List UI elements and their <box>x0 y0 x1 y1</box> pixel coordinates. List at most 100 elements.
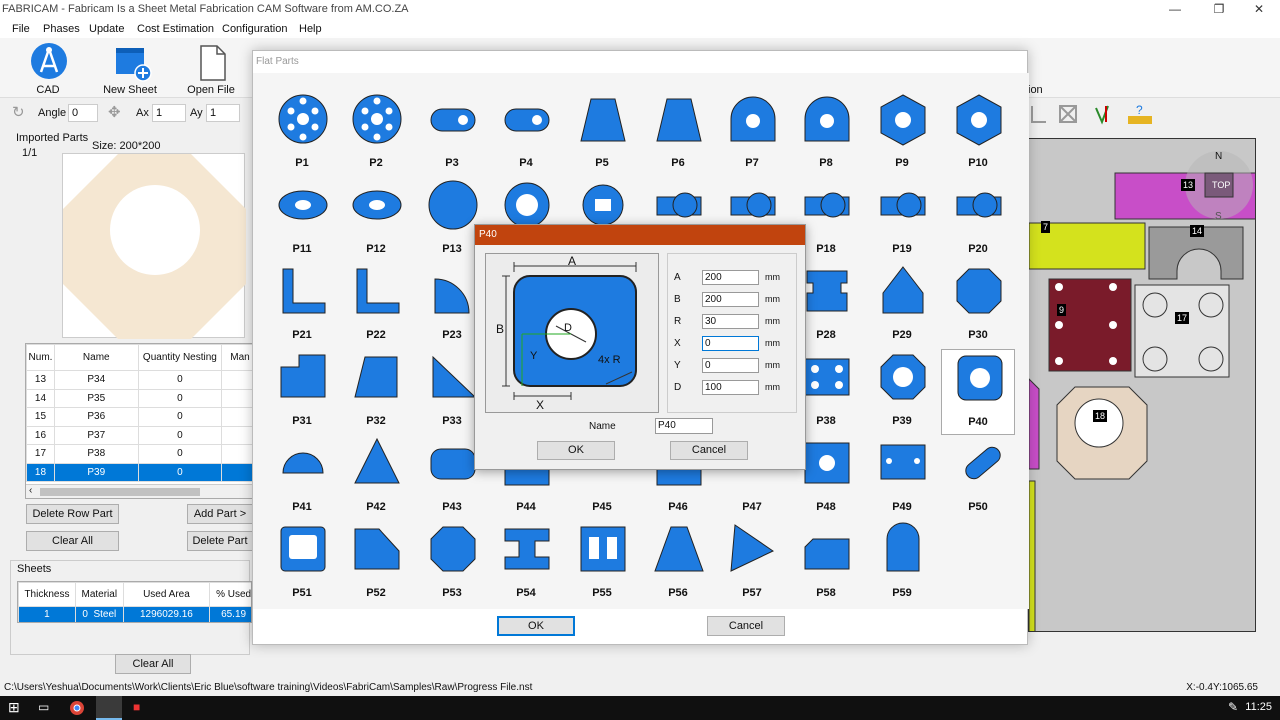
table-row[interactable]: 14 P35 0 <box>26 388 252 408</box>
flat-parts-ok-button[interactable]: OK <box>497 616 575 636</box>
param-x-input[interactable]: 0 <box>702 336 759 351</box>
flat-part-p5[interactable]: P5 <box>565 91 639 177</box>
flat-part-p56[interactable]: P56 <box>641 521 715 607</box>
p40-cancel-button[interactable]: Cancel <box>670 441 748 460</box>
scroll-left-icon[interactable]: ‹ <box>29 485 32 496</box>
cad-button[interactable]: CAD <box>18 40 78 98</box>
flat-part-p57[interactable]: P57 <box>715 521 789 607</box>
delete-part-button[interactable]: Delete Part <box>187 531 253 551</box>
move-icon[interactable]: ✥ <box>108 103 121 121</box>
param-b-input[interactable]: 200 <box>702 292 759 307</box>
flat-part-p30[interactable]: P30 <box>941 263 1015 349</box>
app-taskbar-icon[interactable]: ■ <box>133 700 140 714</box>
view-top-button[interactable]: TOP <box>1212 180 1230 190</box>
clear-all-sheets-button[interactable]: Clear All <box>115 654 191 674</box>
nesting-canvas[interactable]: N S TOP 13 7 14 9 17 18 <box>1028 138 1256 632</box>
col-num[interactable]: Num. <box>26 344 55 371</box>
flat-part-p51[interactable]: P51 <box>265 521 339 607</box>
flat-part-p31[interactable]: P31 <box>265 349 339 435</box>
menu-update[interactable]: Update <box>89 23 124 35</box>
table-row[interactable]: 15 P36 0 <box>26 407 252 427</box>
param-a-input[interactable]: 200 <box>702 270 759 285</box>
close-button[interactable]: ✕ <box>1244 2 1274 16</box>
flat-part-p6[interactable]: P6 <box>641 91 715 177</box>
param-y-input[interactable]: 0 <box>702 358 759 373</box>
col-name[interactable]: Name <box>53 344 139 371</box>
flat-part-p22[interactable]: P22 <box>339 263 413 349</box>
col-thickness[interactable]: Thickness <box>18 582 76 607</box>
param-r-input[interactable]: 30 <box>702 314 759 329</box>
pen-icon[interactable]: ✎ <box>1228 700 1238 714</box>
maximize-button[interactable]: ❐ <box>1204 2 1234 16</box>
flat-part-p41[interactable]: P41 <box>265 435 339 521</box>
delete-row-part-button[interactable]: Delete Row Part <box>26 504 119 524</box>
flat-part-p2[interactable]: P2 <box>339 91 413 177</box>
flat-part-p11[interactable]: P11 <box>265 177 339 263</box>
col-pct-used[interactable]: % Used <box>209 582 251 607</box>
menu-cost-estimation[interactable]: Cost Estimation <box>137 23 214 35</box>
p40-ok-button[interactable]: OK <box>537 441 615 460</box>
sheet-row[interactable]: 1 0 Steel 1296029.16 65.19 <box>18 606 251 622</box>
open-file-button[interactable]: Open File <box>181 40 241 98</box>
clear-all-parts-button[interactable]: Clear All <box>26 531 119 551</box>
flat-part-p21[interactable]: P21 <box>265 263 339 349</box>
scrollbar-thumb[interactable] <box>40 488 200 496</box>
add-part-button[interactable]: Add Part > <box>187 504 253 524</box>
flat-parts-cancel-button[interactable]: Cancel <box>707 616 785 636</box>
flat-part-p9[interactable]: P9 <box>865 91 939 177</box>
flat-part-p8[interactable]: P8 <box>789 91 863 177</box>
flat-part-p7[interactable]: P7 <box>715 91 789 177</box>
sheets-table[interactable]: Thickness Material Used Area % Used 1 0 … <box>17 581 252 623</box>
flat-part-p49[interactable]: P49 <box>865 435 939 521</box>
fabricam-taskbar-item[interactable] <box>96 696 122 720</box>
table-row[interactable]: 13 P34 0 <box>26 370 252 390</box>
flat-part-p1[interactable]: P1 <box>265 91 339 177</box>
flat-part-p52[interactable]: P52 <box>339 521 413 607</box>
flat-part-p32[interactable]: P32 <box>339 349 413 435</box>
col-quantity-nesting[interactable]: Quantity Nesting <box>137 344 223 371</box>
windows-start-icon[interactable]: ⊞ <box>8 699 20 716</box>
new-sheet-button[interactable]: New Sheet <box>100 40 160 98</box>
menu-file[interactable]: File <box>12 23 30 35</box>
flat-part-p12[interactable]: P12 <box>339 177 413 263</box>
table-row[interactable]: 17 P38 0 <box>26 444 252 464</box>
flat-part-p50[interactable]: P50 <box>941 435 1015 521</box>
part-shape-icon <box>656 98 702 142</box>
horizontal-scrollbar[interactable]: ‹ <box>26 484 252 498</box>
table-row[interactable]: 16 P37 0 <box>26 425 252 445</box>
table-row[interactable]: 18 P39 0 <box>26 462 252 482</box>
rotate-icon[interactable]: ↻ <box>12 103 25 121</box>
param-d-input[interactable]: 100 <box>702 380 759 395</box>
compass-north: N <box>1215 151 1223 162</box>
flat-part-p58[interactable]: P58 <box>789 521 863 607</box>
right-toolbar-icons[interactable]: ? <box>1028 102 1168 126</box>
flat-part-p29[interactable]: P29 <box>865 263 939 349</box>
flat-part-p39[interactable]: P39 <box>865 349 939 435</box>
flat-part-p20[interactable]: P20 <box>941 177 1015 263</box>
minimize-button[interactable]: — <box>1160 2 1190 16</box>
flat-part-p54[interactable]: P54 <box>489 521 563 607</box>
flat-part-p55[interactable]: P55 <box>565 521 639 607</box>
angle-input[interactable]: 0 <box>68 104 98 122</box>
flat-part-p59[interactable]: P59 <box>865 521 939 607</box>
flat-part-p19[interactable]: P19 <box>865 177 939 263</box>
ax-input[interactable]: 1 <box>152 104 186 122</box>
imported-parts-table[interactable]: Num. Name Quantity Nesting Man Quan 13P3… <box>25 343 253 499</box>
col-material[interactable]: Material <box>74 582 124 607</box>
task-view-icon[interactable]: ▭ <box>38 700 49 714</box>
name-input[interactable]: P40 <box>655 418 713 434</box>
menu-help[interactable]: Help <box>299 23 322 35</box>
menu-phases[interactable]: Phases <box>43 23 80 35</box>
chrome-icon[interactable] <box>69 700 85 716</box>
cell-man <box>221 462 252 482</box>
flat-part-p4[interactable]: P4 <box>489 91 563 177</box>
flat-part-p42[interactable]: P42 <box>339 435 413 521</box>
col-man-quan[interactable]: Man Quan <box>221 344 252 371</box>
flat-part-p10[interactable]: P10 <box>941 91 1015 177</box>
flat-part-p40[interactable]: P40 <box>941 349 1015 435</box>
ay-input[interactable]: 1 <box>206 104 240 122</box>
flat-part-p53[interactable]: P53 <box>415 521 489 607</box>
menu-configuration[interactable]: Configuration <box>222 23 287 35</box>
col-used-area[interactable]: Used Area <box>122 582 211 607</box>
flat-part-p3[interactable]: P3 <box>415 91 489 177</box>
